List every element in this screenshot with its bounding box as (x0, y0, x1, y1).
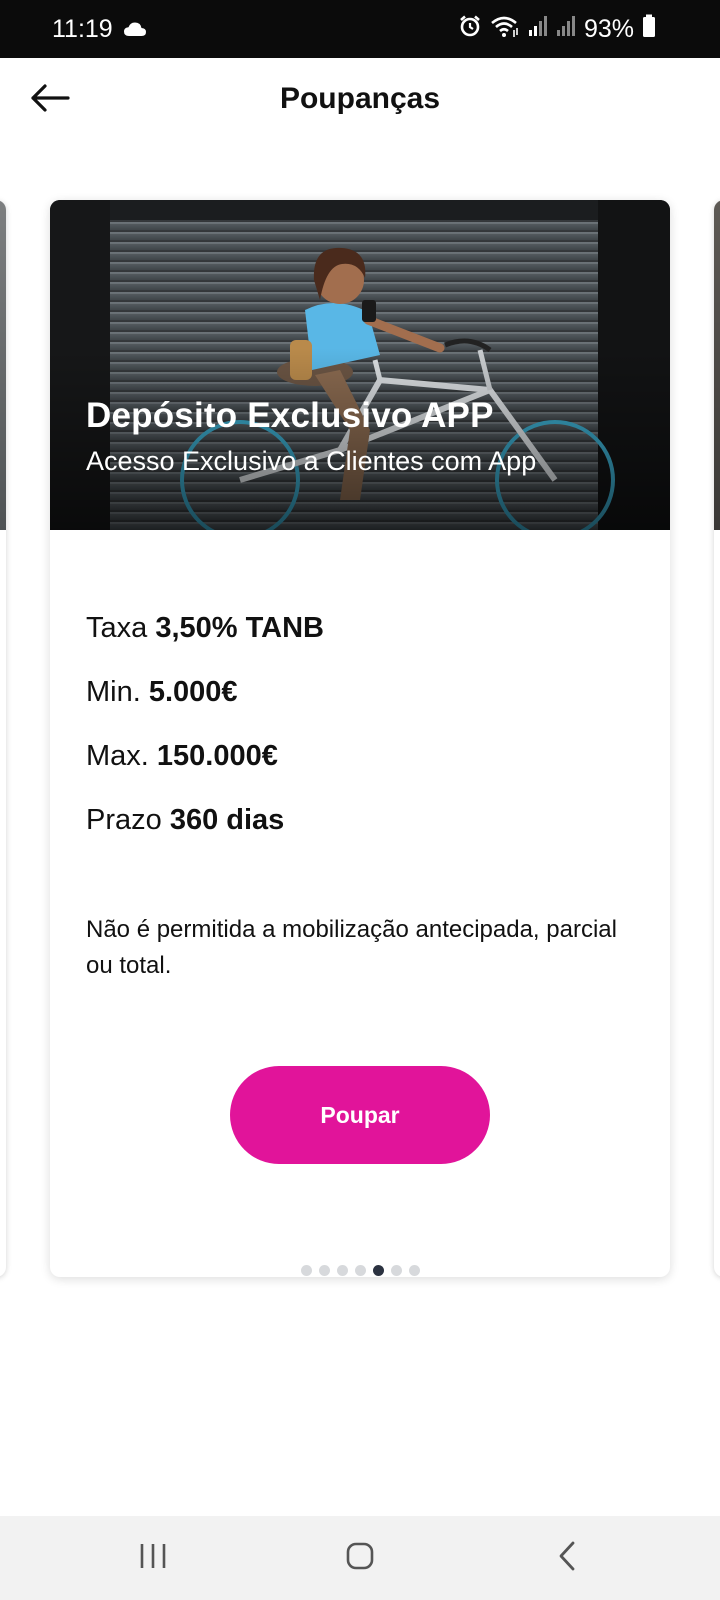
detail-value: 150.000€ (156, 740, 278, 772)
recent-apps-icon (138, 1542, 168, 1575)
pager-dot[interactable] (354, 1265, 366, 1276)
status-left: 11:19 (52, 15, 147, 44)
previous-card-image (0, 200, 6, 530)
hero-text: Depósito Exclusivo APP Acesso Exclusivo … (86, 396, 536, 477)
hero-image (50, 200, 670, 530)
detail-value: 3,50% TANB (155, 612, 325, 644)
carousel-pager (0, 1265, 720, 1276)
detail-label: Min. (86, 676, 141, 708)
detail-row-min: Min. 5.000€ (86, 674, 324, 738)
back-icon (556, 1540, 578, 1577)
home-button[interactable] (320, 1528, 400, 1588)
detail-row-term: Prazo 360 dias (86, 802, 324, 866)
battery-text: 93% (583, 14, 634, 43)
signal-icon (528, 15, 548, 44)
home-icon (345, 1541, 375, 1576)
detail-label: Max. (86, 740, 149, 772)
detail-row-rate: Taxa 3,50% TANB (86, 610, 324, 674)
page-title: Poupanças (279, 82, 441, 115)
next-card-peek[interactable] (714, 200, 720, 1277)
status-bar: 11:19 93% (0, 0, 720, 58)
app-header: Poupanças (0, 58, 720, 148)
card-hero: Depósito Exclusivo APP Acesso Exclusivo … (50, 200, 670, 530)
pager-dot[interactable] (318, 1265, 330, 1276)
pager-dot[interactable] (390, 1265, 402, 1276)
next-card-image (714, 200, 720, 530)
detail-value: 5.000€ (148, 676, 238, 708)
battery-icon (642, 14, 656, 45)
savings-card: Depósito Exclusivo APP Acesso Exclusivo … (50, 200, 670, 1277)
pager-dot[interactable] (300, 1265, 312, 1276)
recent-apps-button[interactable] (113, 1528, 193, 1588)
card-details: Taxa 3,50% TANB Min. 5.000€ Max. 150.000… (86, 610, 324, 866)
card-notice: Não é permitida a mobilização antecipada… (86, 916, 617, 979)
previous-card-peek[interactable] (0, 200, 6, 1277)
clock: 11:19 (52, 14, 113, 43)
detail-value: 360 dias (169, 804, 285, 836)
signal-icon (556, 15, 576, 44)
card-subtitle: Acesso Exclusivo a Clientes com App (86, 446, 537, 476)
app-screen: Poupanças Depósito Exclusivo APP Acesso … (0, 58, 720, 1516)
detail-label: Prazo (86, 804, 162, 836)
card-title: Depósito Exclusivo APP (86, 396, 494, 435)
cloud-icon (123, 15, 147, 44)
pager-dot[interactable] (336, 1265, 348, 1276)
system-back-button[interactable] (527, 1528, 607, 1588)
detail-row-max: Max. 150.000€ (86, 738, 324, 802)
detail-label: Taxa (86, 612, 148, 644)
system-nav-bar (0, 1516, 720, 1600)
pager-dot-active[interactable] (372, 1265, 384, 1276)
alarm-icon (458, 14, 482, 45)
poupar-button[interactable]: Poupar (230, 1066, 490, 1164)
status-right: 93% (458, 14, 656, 45)
wifi-icon (490, 14, 520, 45)
pager-dot[interactable] (408, 1265, 420, 1276)
